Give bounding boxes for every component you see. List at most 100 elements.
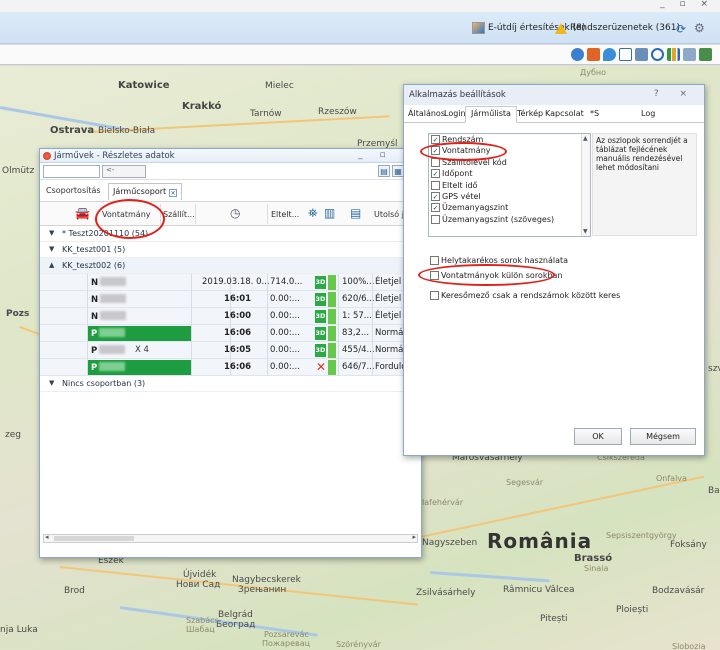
vehicle-search-input[interactable] <box>43 165 100 178</box>
scroll-right-icon[interactable]: ▸ <box>412 533 416 541</box>
vehicle-icon[interactable]: 🚘 <box>75 206 90 220</box>
tab-connection[interactable]: Kapcsolat <box>545 109 584 118</box>
vehicle-row[interactable]: P 16:06 0.00:... ✕ 646/7... Forduló... <box>40 359 421 376</box>
column-option-label: Üzemanyagszint (szöveges) <box>442 214 555 224</box>
map-label: Sepsiszentgyörgy <box>606 531 677 540</box>
tab-general[interactable]: Általános <box>408 109 445 118</box>
checkbox[interactable]: ✓ <box>431 169 440 179</box>
scroll-thumb[interactable] <box>54 536 134 541</box>
vehicle-row[interactable]: N 16:01 0.00:... 3D 620/6... Életjel <box>40 291 421 308</box>
tab-vehicle-group[interactable]: Járműcsoport ✕ <box>108 183 183 200</box>
notification-bar: E-útdíj értesítések (8) Rendszerüzenetek… <box>0 12 720 44</box>
column-header-szallito[interactable]: Szállít... <box>163 210 195 219</box>
collapse-icon[interactable]: ▼ <box>49 245 54 253</box>
option-search-plates[interactable]: Keresőmező csak a rendszámok között kere… <box>428 290 620 301</box>
column-option[interactable]: ✓ Üzemanyagszint <box>429 202 590 213</box>
ok-button[interactable]: OK <box>574 428 622 445</box>
vehicle-row[interactable]: N 16:00 0.00:... 3D 1: 57... Életjel <box>40 308 421 325</box>
network-icon[interactable] <box>683 48 696 61</box>
poi-icon[interactable] <box>603 48 616 61</box>
chart-icon[interactable] <box>667 48 680 61</box>
map-label: Ploiești <box>616 605 649 615</box>
collapse-icon[interactable]: ▼ <box>49 229 54 237</box>
tab-vehicle-group-label: Járműcsoport <box>113 187 167 196</box>
save-layout-icon[interactable]: ▤ <box>378 165 390 177</box>
settings-title-controls[interactable]: ? × <box>654 89 696 99</box>
checkbox[interactable] <box>430 256 439 265</box>
vehicle-row[interactable]: PX 4 16:05 0.00:... 3D 455/4... Normál... <box>40 342 421 359</box>
tab-vehicle-list[interactable]: Járműlista <box>465 106 517 123</box>
settings-titlebar[interactable]: Alkalmazás beállítások ? × <box>404 85 704 105</box>
fuel-text-icon[interactable]: ▤ <box>350 206 361 220</box>
mail-icon[interactable] <box>619 48 632 61</box>
map-label: Nagyszeben <box>422 538 478 548</box>
checkbox[interactable]: ✓ <box>431 191 440 201</box>
window-controls[interactable]: _ ▫ × <box>660 0 714 9</box>
plate-text: P <box>91 363 98 373</box>
refresh-icon[interactable]: ⟳ <box>676 22 686 36</box>
filter-icon[interactable] <box>587 48 600 61</box>
gear-icon[interactable]: ⚙ <box>694 21 705 35</box>
group-row[interactable]: ▼ KK_teszt001 (5) <box>40 242 421 258</box>
status-cell: Életjel <box>375 277 402 287</box>
tab-map[interactable]: Térkép <box>517 109 543 118</box>
search-back-button[interactable]: <- <box>102 165 146 178</box>
fuel-bar <box>328 309 336 324</box>
map-label: Újvidék <box>183 570 217 580</box>
vehicle-row[interactable]: P 16:06 0.00:... 3D 83,2... Normál... <box>40 325 421 342</box>
group-row[interactable]: ▼ * Teszt20201110 (54) <box>40 226 421 242</box>
horizontal-scrollbar[interactable]: ◂ ▸ <box>43 533 418 543</box>
fuel-level-cell: 1: 57... <box>342 311 372 321</box>
map-label: zeg <box>5 430 21 440</box>
collapse-icon[interactable]: ▼ <box>49 379 54 387</box>
list-scrollbar[interactable]: ▲ ▼ <box>581 134 590 236</box>
fuel-bar <box>328 343 336 358</box>
vehicles-window-titlebar[interactable]: Járművek - Részletes adatok _ ▫ × <box>40 149 421 163</box>
column-header-eltelt[interactable]: Eltelt... <box>271 210 299 219</box>
group-row[interactable]: ▼ Nincs csoportban (3) <box>40 376 421 392</box>
checkbox[interactable]: ✓ <box>431 203 440 213</box>
system-messages-link[interactable]: Rendszerüzenetek (361) <box>555 20 680 36</box>
checkbox[interactable] <box>430 291 439 300</box>
column-option[interactable]: ✓ GPS vétel <box>429 191 590 202</box>
image-icon[interactable] <box>635 48 648 61</box>
tab-grouping[interactable]: Csoportosítás <box>46 186 101 195</box>
group-label: KK_teszt002 (6) <box>62 261 126 270</box>
map-label: Slobozia <box>672 642 706 650</box>
clock-icon[interactable]: ◷ <box>230 206 240 220</box>
group-label: Nincs csoportban (3) <box>62 379 146 388</box>
scroll-left-icon[interactable]: ◂ <box>45 533 49 541</box>
trailer-cell: X 4 <box>135 345 149 355</box>
scroll-down-icon[interactable]: ▼ <box>583 228 588 235</box>
tab-log[interactable]: Log <box>641 109 655 118</box>
cancel-button[interactable]: Mégsem <box>630 428 696 445</box>
column-option[interactable]: ✓ Időpont <box>429 168 590 179</box>
plate-text: P <box>91 346 98 356</box>
map-label: Zsilvásárhely <box>416 588 476 598</box>
fuel-icon[interactable]: ▥ <box>324 206 335 220</box>
fuel-level-cell: 620/6... <box>342 294 375 304</box>
column-option[interactable]: Eltelt idő <box>429 180 590 191</box>
window-title-strip: _ ▫ × <box>0 0 720 12</box>
satellite-icon[interactable]: ⛯ <box>308 206 318 221</box>
target-icon[interactable] <box>651 48 664 61</box>
status-cell: Életjel <box>375 294 402 304</box>
info-icon[interactable] <box>571 48 584 61</box>
tab-login[interactable]: Login <box>444 109 466 118</box>
checkbox-icon[interactable]: ✕ <box>169 189 178 197</box>
vehicle-row[interactable]: N 2019.03.18. 0... 714.0... 3D 100%... Életje… <box>40 274 421 291</box>
elapsed-cell: 714.0... <box>270 277 303 287</box>
map-label: Rzeszów <box>318 107 357 117</box>
map-label: Katowice <box>118 80 170 91</box>
checkbox[interactable] <box>431 214 440 224</box>
group-row[interactable]: ▲ KK_teszt002 (6) <box>40 258 421 274</box>
map-label: Olmütz <box>2 166 35 176</box>
checkbox[interactable] <box>431 180 440 190</box>
column-option[interactable]: Üzemanyagszint (szöveges) <box>429 214 590 225</box>
map-label: Sinaia <box>584 564 609 573</box>
tab-s[interactable]: *S <box>590 109 599 118</box>
expand-icon[interactable]: ▲ <box>49 261 54 269</box>
elapsed-cell: 0.00:... <box>270 345 300 355</box>
scroll-up-icon[interactable]: ▲ <box>583 135 588 142</box>
truck-icon[interactable] <box>699 48 712 61</box>
